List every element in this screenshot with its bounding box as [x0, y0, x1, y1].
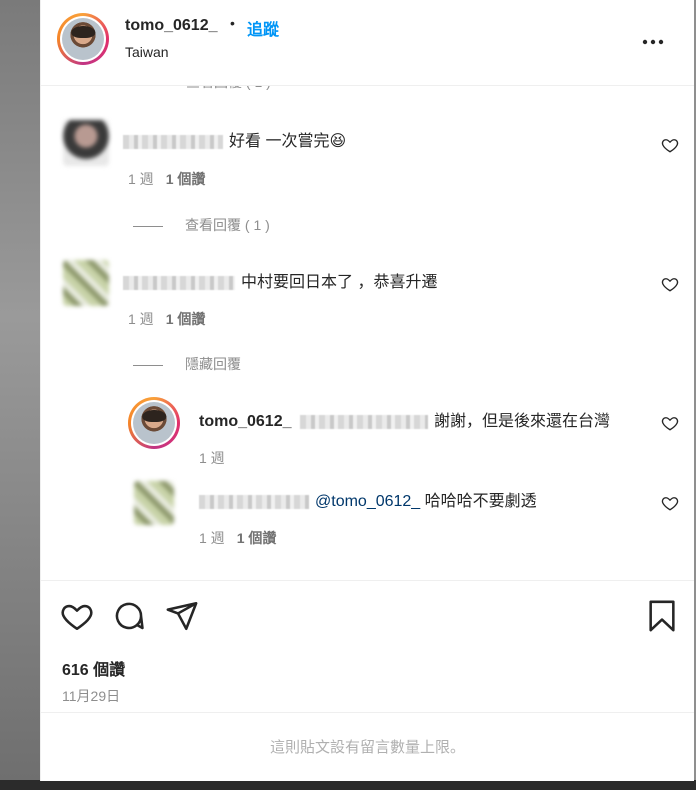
reply-1-like-heart-icon[interactable]: [661, 414, 679, 432]
comment-2-likes[interactable]: 1 個讚: [166, 311, 206, 327]
blurred-username[interactable]: [123, 275, 235, 290]
comment-2-time[interactable]: 1 週: [128, 311, 154, 327]
author-avatar[interactable]: [57, 13, 109, 65]
reply-2-meta: 1 週 1 個讚: [199, 528, 276, 548]
post-header: tomo_0612_ • 追蹤 Taiwan: [41, 0, 694, 86]
reply-2-mention[interactable]: @tomo_0612_: [315, 493, 420, 510]
reply-1-username[interactable]: tomo_0612_: [199, 413, 292, 430]
reply-2-like-heart-icon[interactable]: [661, 494, 679, 512]
comment-1-meta: 1 週 1 個讚: [128, 169, 205, 189]
post-actions-section: 616 個讚 11月29日 這則貼文設有留言數量上限。: [41, 580, 694, 781]
comment-1-text: 好看 一次嘗完: [229, 133, 330, 150]
reply-2-likes[interactable]: 1 個讚: [237, 530, 277, 546]
background-left: [0, 0, 40, 790]
comment-limit-notice: 這則貼文設有留言數量上限。: [41, 712, 694, 782]
post-like-count[interactable]: 616 個讚: [62, 656, 125, 680]
comment-1-like-heart-icon[interactable]: [661, 136, 679, 154]
reply-author-avatar[interactable]: [128, 397, 180, 449]
comment-1-likes[interactable]: 1 個讚: [166, 171, 206, 187]
reply-2-text: 哈哈哈不要劇透: [424, 493, 537, 510]
heart-icon[interactable]: [60, 599, 94, 633]
bookmark-icon[interactable]: [645, 599, 679, 633]
reply-2-avatar[interactable]: [134, 481, 174, 525]
comment-2-like-heart-icon[interactable]: [661, 275, 679, 293]
blurred-username[interactable]: [123, 134, 223, 149]
reply-1-meta: 1 週: [199, 448, 225, 468]
comment-bubble-icon[interactable]: [112, 599, 146, 633]
comment-2-meta: 1 週 1 個讚: [128, 309, 205, 329]
paper-plane-icon[interactable]: [165, 599, 199, 633]
more-options-icon[interactable]: [642, 30, 664, 46]
reply-1-time[interactable]: 1 週: [199, 450, 225, 466]
post-panel: tomo_0612_ • 追蹤 Taiwan 查看回覆 ( 1 ) 好看 一次嘗…: [40, 0, 694, 781]
reply-2-time[interactable]: 1 週: [199, 530, 225, 546]
commenter-avatar[interactable]: [63, 260, 109, 306]
follow-button[interactable]: 追蹤: [247, 16, 279, 40]
comment-1-time[interactable]: 1 週: [128, 171, 154, 187]
comment-1-body: 好看 一次嘗完😆: [123, 127, 346, 151]
post-date[interactable]: 11月29日: [62, 686, 120, 706]
reply-1-text: 謝謝，但是後來還在台灣: [433, 413, 610, 430]
comment-2-body: 中村要回日本了 ，恭喜升遷: [123, 268, 437, 292]
grin-emoji-icon: 😆: [329, 133, 347, 150]
author-username[interactable]: tomo_0612_: [125, 17, 218, 35]
blurred-username[interactable]: [199, 494, 309, 509]
commenter-avatar[interactable]: [63, 120, 109, 166]
reply-2-body: @tomo_0612_ 哈哈哈不要劇透: [199, 487, 537, 511]
comment-1-view-replies[interactable]: 查看回覆 ( 1 ): [133, 215, 270, 235]
blurred-mention[interactable]: [299, 414, 428, 429]
reply-1-body: tomo_0612_ 謝謝，但是後來還在台灣: [199, 407, 610, 431]
comment-2-text: 中村要回日本了 ，恭喜升遷: [241, 274, 438, 291]
comment-2-hide-replies[interactable]: 隱藏回覆: [133, 354, 241, 374]
post-location[interactable]: Taiwan: [125, 44, 169, 60]
header-separator: •: [230, 15, 235, 31]
